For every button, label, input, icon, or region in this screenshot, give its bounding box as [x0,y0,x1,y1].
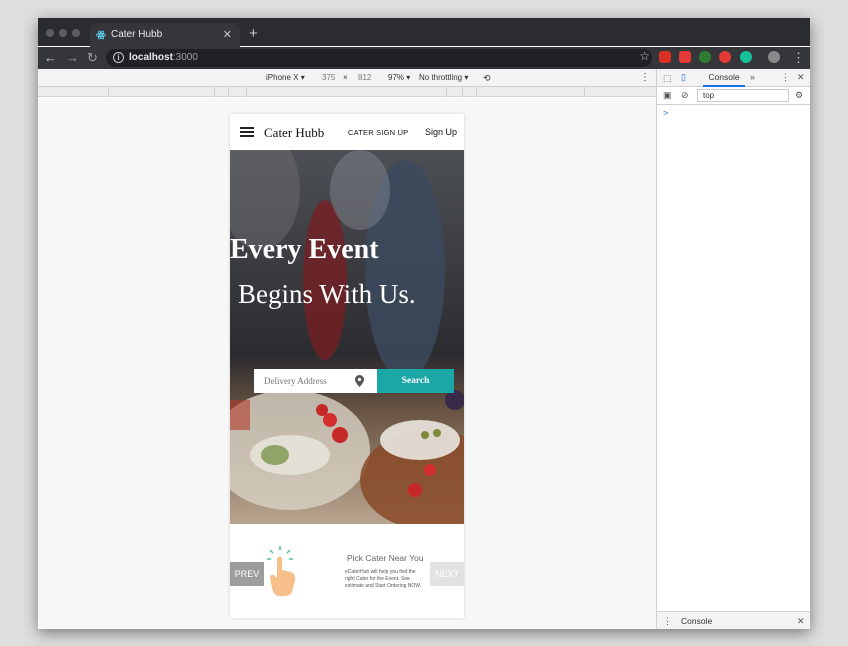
extension-calendar-icon[interactable] [659,51,671,63]
url-port: :3000 [172,52,198,63]
tap-hand-icon [267,546,296,596]
next-button[interactable]: NEXT [430,562,464,586]
how-it-works-carousel: PREV Pick Cater Near You eCaterHub will … [230,524,464,618]
device-width-input[interactable]: 375 [322,73,335,82]
minimize-window-button[interactable] [59,29,67,37]
site-info-icon[interactable]: i [113,52,124,63]
devtools-tabbar: ⬚ ▯ Console » ⋮ ✕ [657,69,810,87]
browser-window: Cater Hubb ✕ + ← → ↻ i localhost:3000 ☆ … [38,18,810,629]
hero-title-line1: Every Event [230,234,379,265]
dimension-separator: × [343,73,348,82]
location-pin-icon [355,375,364,387]
media-query-ruler[interactable] [38,87,656,97]
hero-section: Every Event Begins With Us. Search [230,150,464,524]
drawer-menu-icon[interactable]: ⋮ [663,616,672,627]
title-bar: Cater Hubb ✕ + [38,18,810,47]
console-toolbar: ▣ ⊘ top ⚙ [657,87,810,105]
back-arrow-icon[interactable]: ← [44,50,57,65]
address-bar[interactable]: i localhost:3000 ☆ [106,49,652,67]
devtools-panel: ⬚ ▯ Console » ⋮ ✕ ▣ ⊘ top ⚙ > ⋮ Console … [656,69,810,629]
throttle-select[interactable]: No throttling ▾ [419,73,468,82]
forward-arrow-icon[interactable]: → [66,50,79,65]
sidebar-toggle-icon[interactable]: ▣ [663,90,672,101]
slide-description: eCaterHub will help you find the right C… [345,569,422,589]
device-toolbar: iPhone X ▾ 375 × 812 97% ▾ No throttling… [38,69,656,87]
app-page: Cater Hubb CATER SIGN UP Sign Up Every E… [230,114,464,618]
bookmark-star-icon[interactable]: ☆ [639,49,650,63]
rotate-icon[interactable]: ⟲ [483,73,491,84]
zoom-select[interactable]: 97% ▾ [388,73,410,82]
prev-button[interactable]: PREV [230,562,264,586]
cater-signup-link[interactable]: CATER SIGN UP [348,128,408,137]
profile-avatar-icon[interactable] [768,51,780,63]
context-value: top [703,91,715,100]
console-prompt[interactable]: > [663,108,668,118]
clear-console-icon[interactable]: ⊘ [681,90,689,101]
carousel-dots [339,608,361,618]
inspect-element-icon[interactable]: ⬚ [663,73,672,84]
browser-toolbar: ← → ↻ i localhost:3000 ☆ ⋮ [38,47,810,69]
extension-drop-icon[interactable] [719,51,731,63]
hero-background-image [230,150,464,524]
device-viewport: Cater Hubb CATER SIGN UP Sign Up Every E… [38,98,656,629]
extension-puzzle-icon[interactable] [679,51,691,63]
slide-title: Pick Cater Near You [347,553,424,563]
browser-tab[interactable]: Cater Hubb ✕ [90,23,240,47]
close-window-button[interactable] [46,29,54,37]
devtools-menu-icon[interactable]: ⋮ [781,72,790,83]
tab-title: Cater Hubb [111,29,163,40]
tab-close-icon[interactable]: ✕ [223,28,232,41]
device-select[interactable]: iPhone X ▾ [266,73,305,82]
drawer-close-icon[interactable]: ✕ [797,616,805,627]
browser-menu-icon[interactable]: ⋮ [792,50,805,66]
more-tabs-icon[interactable]: » [750,72,755,82]
device-menu-icon[interactable]: ⋮ [640,72,650,83]
signup-link[interactable]: Sign Up [425,127,457,137]
device-height-input[interactable]: 812 [358,73,371,82]
extension-target-icon[interactable] [699,51,711,63]
hero-title-line2: Begins With Us. [238,279,416,309]
devtools-drawer: ⋮ Console ✕ [657,611,810,629]
maximize-window-button[interactable] [72,29,80,37]
url-host: localhost [129,52,173,63]
hamburger-menu-icon[interactable] [240,127,254,137]
drawer-console-tab[interactable]: Console [681,616,712,626]
devtools-close-icon[interactable]: ✕ [797,72,805,83]
brand-logo[interactable]: Cater Hubb [264,125,324,141]
console-settings-icon[interactable]: ⚙ [795,90,803,101]
search-button[interactable]: Search [377,369,454,393]
device-toggle-icon[interactable]: ▯ [681,72,686,83]
new-tab-button[interactable]: + [249,25,258,42]
context-select[interactable]: top [697,89,789,102]
address-search-form: Search [254,369,454,393]
extension-grammarly-icon[interactable] [740,51,752,63]
app-navbar: Cater Hubb CATER SIGN UP Sign Up [230,114,464,150]
tab-console[interactable]: Console [703,69,745,87]
reload-icon[interactable]: ↻ [87,50,98,66]
react-favicon-icon [96,30,106,40]
